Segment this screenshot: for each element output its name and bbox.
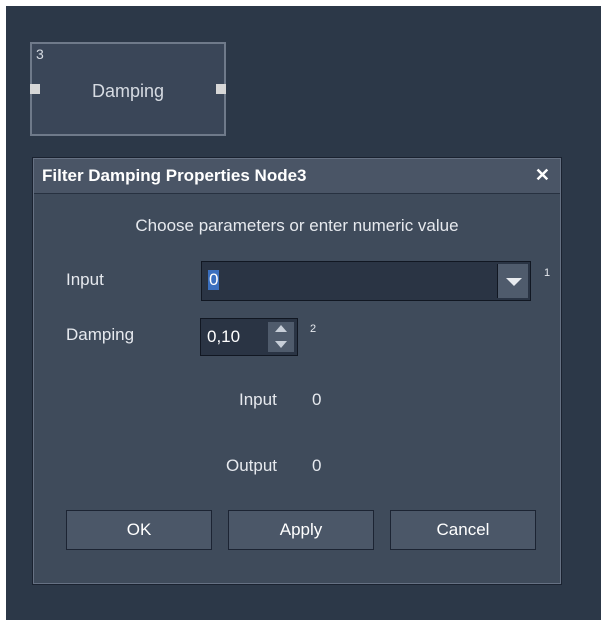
readout-output-value: 0 — [312, 456, 322, 475]
input-parameter-index: 1 — [544, 267, 551, 279]
cancel-button[interactable]: Cancel — [390, 510, 536, 550]
ok-button[interactable]: OK — [66, 510, 212, 550]
spin-down-icon — [275, 341, 287, 348]
patch-canvas[interactable]: 3 Damping Filter Damping Properties Node… — [6, 6, 601, 620]
chevron-down-icon — [506, 278, 522, 286]
readout-input-label: Input — [239, 390, 277, 409]
properties-dialog: Filter Damping Properties Node3 ✕ Choose… — [32, 157, 562, 585]
damping-label: Damping — [66, 325, 135, 344]
output-port[interactable] — [216, 84, 226, 94]
input-combobox-value[interactable]: 0 — [208, 270, 220, 290]
spin-up-icon — [275, 325, 287, 332]
input-label: Input — [66, 270, 104, 289]
readout-input-value: 0 — [312, 390, 322, 409]
damping-value[interactable]: 0,10 — [207, 327, 240, 347]
input-port[interactable] — [30, 84, 40, 94]
input-combobox[interactable]: 0 — [201, 261, 531, 301]
damping-stepper[interactable]: 0,10 — [200, 318, 298, 356]
dialog-titlebar[interactable]: Filter Damping Properties Node3 ✕ — [34, 159, 560, 194]
damping-parameter-index: 2 — [310, 323, 317, 335]
apply-button[interactable]: Apply — [228, 510, 374, 550]
spin-down-button[interactable] — [268, 337, 294, 352]
node-number: 3 — [36, 46, 44, 62]
close-icon[interactable]: ✕ — [535, 166, 550, 184]
dialog-instructions: Choose parameters or enter numeric value — [135, 216, 459, 235]
node-title: Damping — [91, 81, 165, 101]
spin-up-button[interactable] — [268, 322, 294, 337]
combobox-dropdown-button[interactable] — [497, 264, 528, 298]
damping-node[interactable]: 3 Damping — [30, 42, 226, 136]
readout-output-label: Output — [226, 456, 278, 475]
dialog-title: Filter Damping Properties Node3 — [42, 166, 307, 185]
